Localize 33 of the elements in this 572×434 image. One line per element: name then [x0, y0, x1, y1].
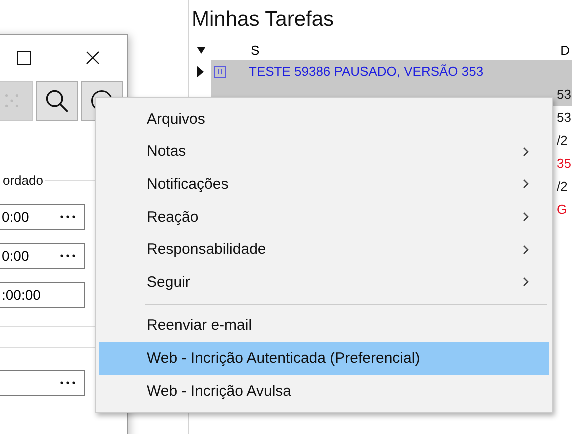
menu-item[interactable]: Reação	[99, 200, 549, 234]
table-cell-text: G	[556, 202, 568, 217]
table-cell-text: 35	[556, 156, 572, 171]
panel-title: Minhas Tarefas	[191, 8, 336, 33]
table-cell: TESTE 59386 PAUSADO, VERSÃO 353	[211, 64, 484, 79]
group-label: ordado	[3, 172, 44, 188]
maximize-icon[interactable]	[17, 51, 31, 65]
table-cell-text: 53	[556, 110, 572, 125]
menu-item[interactable]: Arquivos	[99, 103, 549, 136]
menu-item[interactable]: Web - Incrição Autenticada (Preferencial)	[99, 342, 549, 375]
table-row[interactable]: TESTE 59386 PAUSADO, VERSÃO 353	[211, 60, 572, 83]
menu-item[interactable]: Responsabilidade	[99, 233, 549, 266]
menu-item[interactable]: Reenviar e-mail	[99, 310, 549, 342]
menu-item[interactable]: Notas	[99, 136, 549, 168]
table-cell-text: 53	[556, 87, 572, 102]
search-icon	[44, 88, 70, 114]
close-icon[interactable]	[86, 51, 100, 65]
more-icon[interactable]	[60, 254, 76, 258]
input-field[interactable]	[0, 370, 85, 396]
menu-item[interactable]: Notificações	[99, 168, 549, 201]
column-header[interactable]: D	[560, 42, 570, 58]
input-field[interactable]: 0:00	[0, 204, 85, 230]
more-icon[interactable]	[60, 381, 76, 385]
menu-item[interactable]: Seguir	[99, 266, 549, 299]
input-field[interactable]: :00:00	[0, 282, 85, 308]
menu-item[interactable]: Web - Incrição Avulsa	[99, 374, 549, 408]
more-icon[interactable]	[60, 215, 76, 219]
sort-down-icon[interactable]	[197, 46, 206, 54]
input-field[interactable]: 0:00	[0, 243, 85, 269]
table-cell-text: /2	[556, 133, 568, 148]
search-button[interactable]	[36, 81, 78, 121]
pause-icon	[214, 66, 226, 78]
column-header[interactable]: S	[251, 42, 260, 58]
